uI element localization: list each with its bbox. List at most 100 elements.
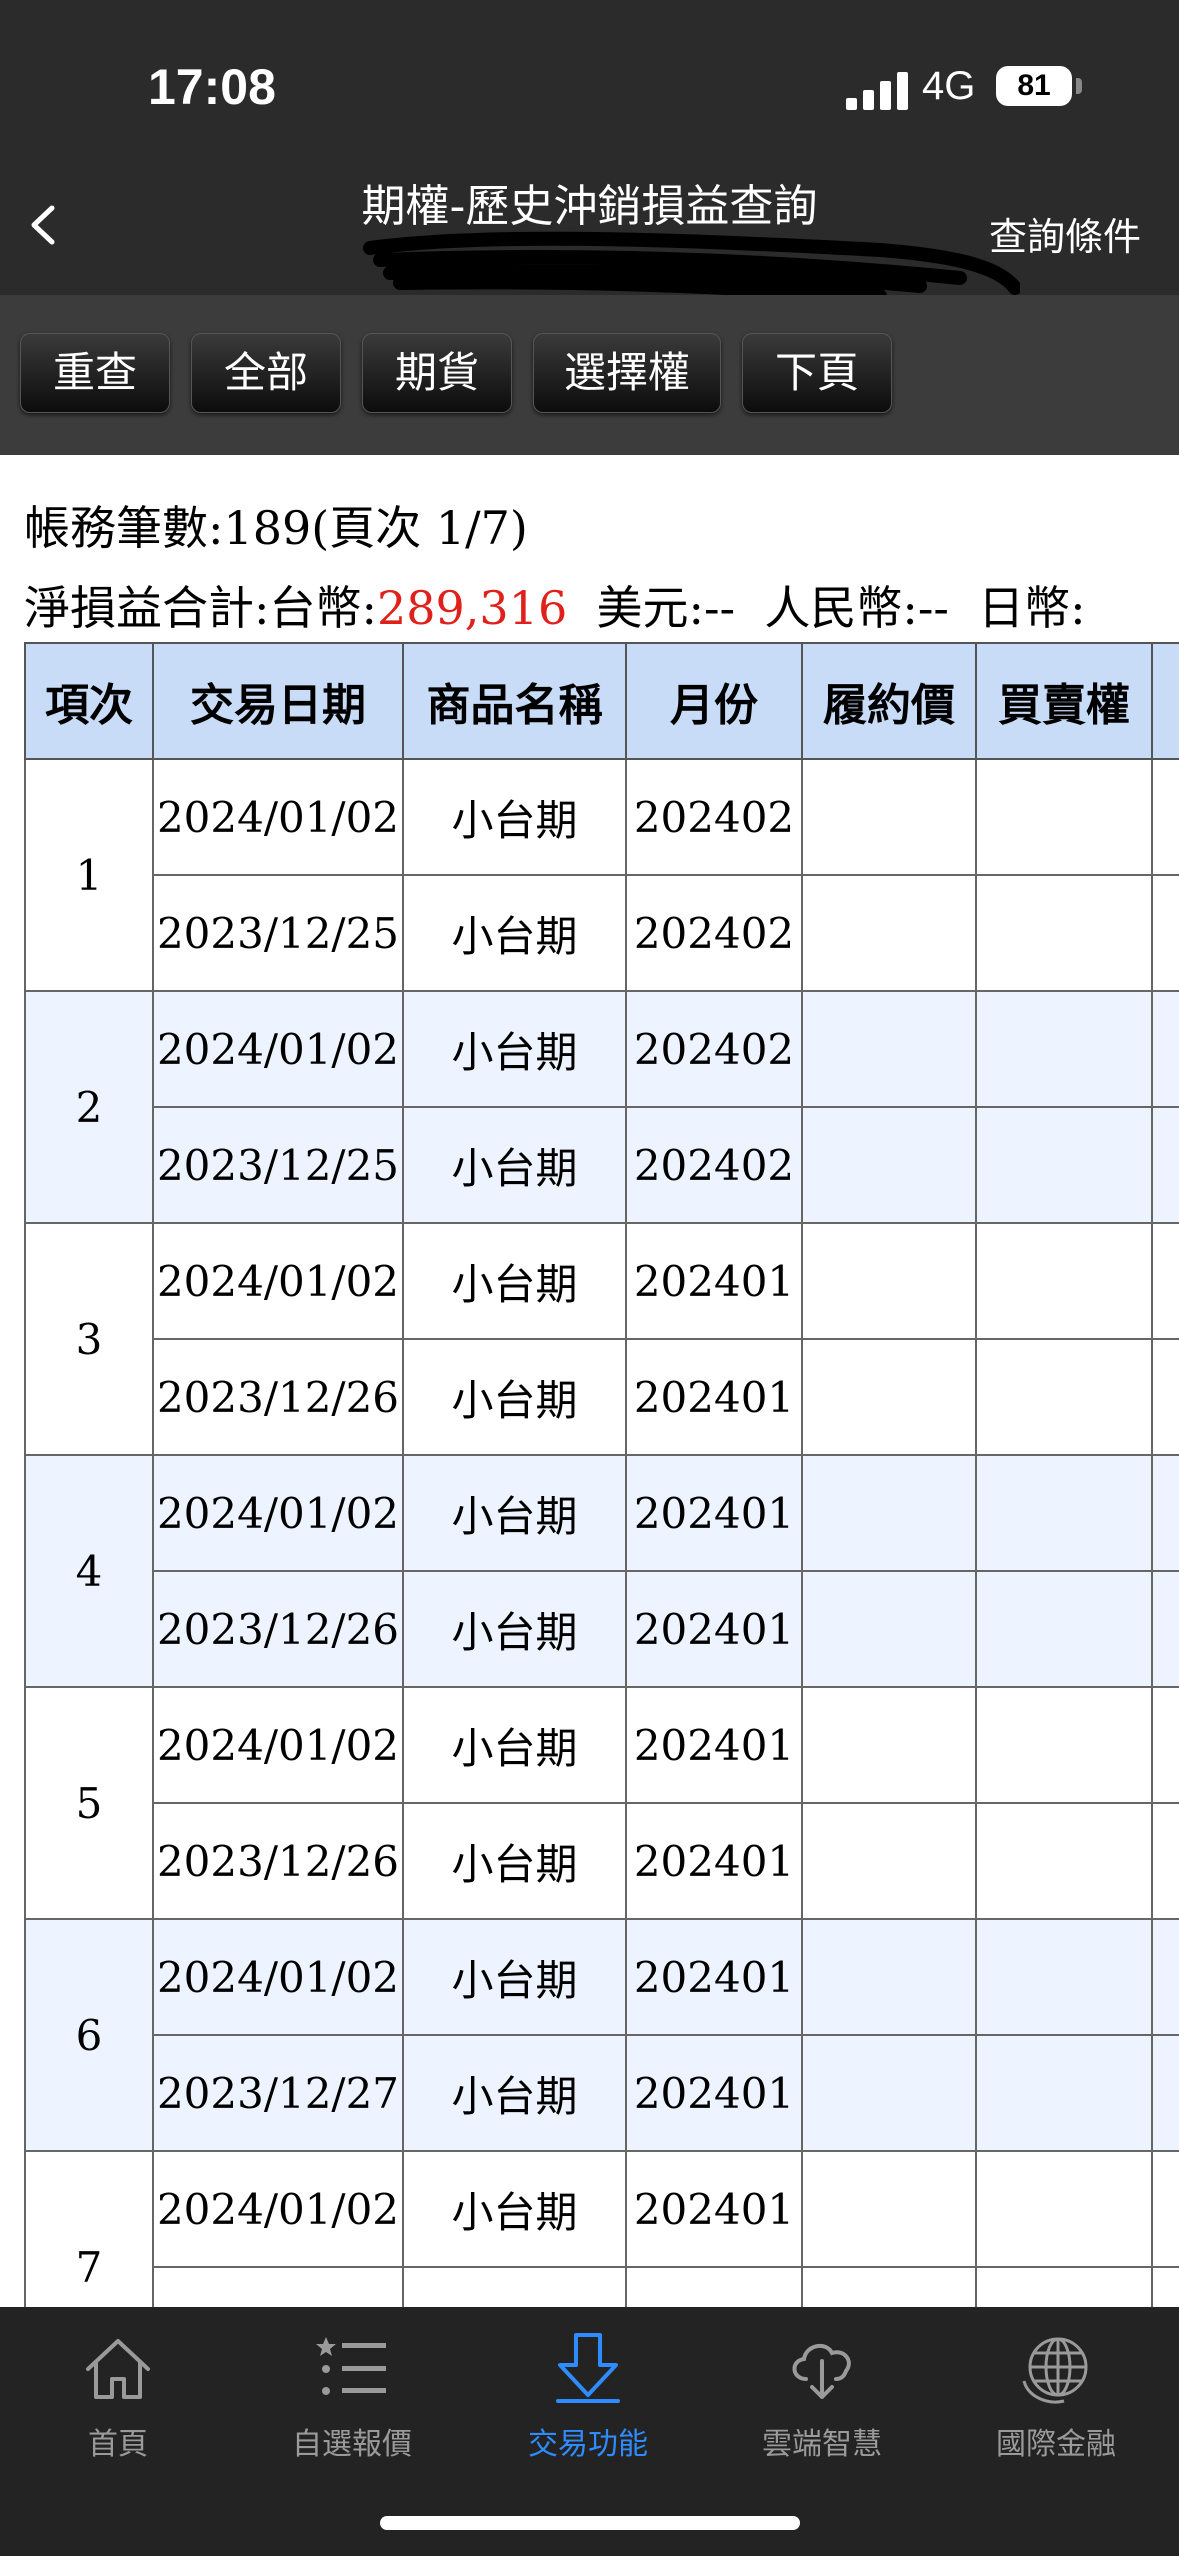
buy-sell-cell xyxy=(1151,758,1179,876)
contract-month: 202402 xyxy=(625,1106,803,1224)
table-row[interactable]: 4 2024/01/02 小台期 202401 xyxy=(24,1454,1179,1688)
options-button[interactable]: 選擇權 xyxy=(533,333,721,413)
table-row[interactable]: 2 2024/01/02 小台期 202402 xyxy=(24,990,1179,1224)
net-profit-twd: 289,316 xyxy=(377,581,568,635)
pnl-table: 項次 交易日期 商品名稱 月份 履約價 買賣權 買 1 2024/01/02 小… xyxy=(24,642,1179,2307)
product-name: 小台期 xyxy=(402,1106,627,1224)
table-row[interactable]: 6 2024/01/02 小台期 202401 xyxy=(24,1918,1179,2152)
buy-sell-cell xyxy=(1151,1802,1179,1920)
buy-sell-cell xyxy=(1151,1454,1179,1572)
buy-sell-cell xyxy=(1151,2266,1179,2307)
tab-international[interactable]: 國際金融 xyxy=(956,2331,1156,2463)
call-put-cell xyxy=(975,990,1153,1108)
globe-icon xyxy=(1022,2337,1088,2404)
contract-month: 202401 xyxy=(625,1454,803,1572)
buy-sell-cell xyxy=(1151,874,1179,992)
tab-label: 自選報價 xyxy=(292,2427,412,2462)
table-row[interactable]: 2023/12/25 小台期 202402 xyxy=(25,874,1179,992)
product-name: 小台期 xyxy=(402,1686,627,1804)
contract-month: 202401 xyxy=(625,2150,803,2268)
next-page-button[interactable]: 下頁 xyxy=(742,333,892,413)
table-row[interactable]: 2023/12/26 小台期 202401 xyxy=(25,1338,1179,1456)
call-put-cell xyxy=(975,1802,1153,1920)
contract-month: 202401 xyxy=(625,1338,803,1456)
table-row[interactable]: 2023/12/25 小台期 202402 xyxy=(25,1106,1179,1224)
header-month: 月份 xyxy=(625,642,803,760)
product-name: 小台期 xyxy=(402,990,627,1108)
trade-date: 2023/12/25 xyxy=(152,1106,404,1224)
contract-month: 202402 xyxy=(625,874,803,992)
contract-month: 202401 xyxy=(625,1570,803,1688)
product-name: 小台期 xyxy=(402,2150,627,2268)
home-indicator[interactable] xyxy=(380,2516,800,2530)
house-icon xyxy=(86,2339,150,2399)
table-row[interactable]: 1 2024/01/02 小台期 202402 xyxy=(24,758,1179,992)
call-put-cell xyxy=(975,1686,1153,1804)
call-put-cell xyxy=(975,1454,1153,1572)
strike-cell xyxy=(801,1338,977,1456)
tab-cloud[interactable]: 雲端智慧 xyxy=(722,2331,922,2463)
product-name: 小台期 xyxy=(402,1802,627,1920)
trade-date: 2024/01/02 xyxy=(152,1686,404,1804)
cloud-download-icon xyxy=(792,2343,851,2399)
table-header-row: 項次 交易日期 商品名稱 月份 履約價 買賣權 買 xyxy=(24,642,1179,760)
list-star-icon xyxy=(316,2337,386,2395)
table-row[interactable]: 7 2024/01/02 小台期 202401 xyxy=(24,2150,1179,2307)
buy-sell-cell xyxy=(1151,1918,1179,2036)
strike-cell xyxy=(801,758,977,876)
product-name: 小台期 xyxy=(402,874,627,992)
table-row[interactable]: 3 2024/01/02 小台期 202401 xyxy=(24,1222,1179,1456)
table-row[interactable]: 2023/12/26 小台期 202401 xyxy=(25,1802,1179,1920)
futures-button[interactable]: 期貨 xyxy=(362,333,512,413)
call-put-cell xyxy=(975,2266,1153,2307)
tab-trade[interactable]: 交易功能 xyxy=(488,2331,688,2463)
trade-date: 2023/12/26 xyxy=(152,1570,404,1688)
call-put-cell xyxy=(975,1338,1153,1456)
product-name: 小台期 xyxy=(402,2266,627,2307)
tab-watchlist[interactable]: 自選報價 xyxy=(252,2331,452,2463)
query-conditions-button[interactable]: 查詢條件 xyxy=(989,206,1141,261)
header-strike: 履約價 xyxy=(801,642,977,760)
contract-month: 202402 xyxy=(625,758,803,876)
strike-cell xyxy=(801,1106,977,1224)
trade-date: 2023/12/25 xyxy=(152,874,404,992)
recheck-button[interactable]: 重查 xyxy=(20,333,170,413)
row-index: 5 xyxy=(24,1686,154,1920)
call-put-cell xyxy=(975,1222,1153,1340)
all-button[interactable]: 全部 xyxy=(191,333,341,413)
tab-label: 雲端智慧 xyxy=(762,2427,882,2462)
product-name: 小台期 xyxy=(402,1570,627,1688)
pnl-table-container[interactable]: 項次 交易日期 商品名稱 月份 履約價 買賣權 買 1 2024/01/02 小… xyxy=(24,642,1179,2307)
header-index: 項次 xyxy=(24,642,154,760)
product-name: 小台期 xyxy=(402,1338,627,1456)
status-time: 17:08 xyxy=(148,59,276,115)
battery-icon: 81 xyxy=(996,66,1072,106)
trade-date: 2024/01/02 xyxy=(152,1454,404,1572)
contract-month: 202402 xyxy=(625,990,803,1108)
strike-cell xyxy=(801,1454,977,1572)
record-count-label: 帳務筆數: xyxy=(24,501,224,555)
table-row[interactable]: 2023/12/29 小台期 202401 xyxy=(25,2266,1179,2307)
trade-date: 2024/01/02 xyxy=(152,1918,404,2036)
nav-bar: 期權-歷史沖銷損益查詢 查詢條件 xyxy=(0,150,1179,303)
strike-cell xyxy=(801,2266,977,2307)
status-bar: 17:08 4G 81 xyxy=(0,0,1179,150)
header-product-name: 商品名稱 xyxy=(402,642,627,760)
network-type: 4G xyxy=(922,64,976,108)
strike-cell xyxy=(801,2034,977,2152)
table-row[interactable]: 2023/12/26 小台期 202401 xyxy=(25,1570,1179,1688)
table-row[interactable]: 5 2024/01/02 小台期 202401 xyxy=(24,1686,1179,1920)
trade-date: 2024/01/02 xyxy=(152,758,404,876)
buy-sell-cell xyxy=(1151,1570,1179,1688)
tab-label: 國際金融 xyxy=(996,2427,1116,2462)
battery-tip xyxy=(1076,78,1082,94)
header-buy-sell: 買 xyxy=(1151,642,1179,760)
trade-date: 2023/12/26 xyxy=(152,1802,404,1920)
product-name: 小台期 xyxy=(402,2034,627,2152)
tab-home[interactable]: 首頁 xyxy=(18,2331,218,2463)
trade-date: 2024/01/02 xyxy=(152,990,404,1108)
download-arrow-icon xyxy=(556,2333,620,2403)
strike-cell xyxy=(801,2150,977,2268)
call-put-cell xyxy=(975,758,1153,876)
table-row[interactable]: 2023/12/27 小台期 202401 xyxy=(25,2034,1179,2152)
